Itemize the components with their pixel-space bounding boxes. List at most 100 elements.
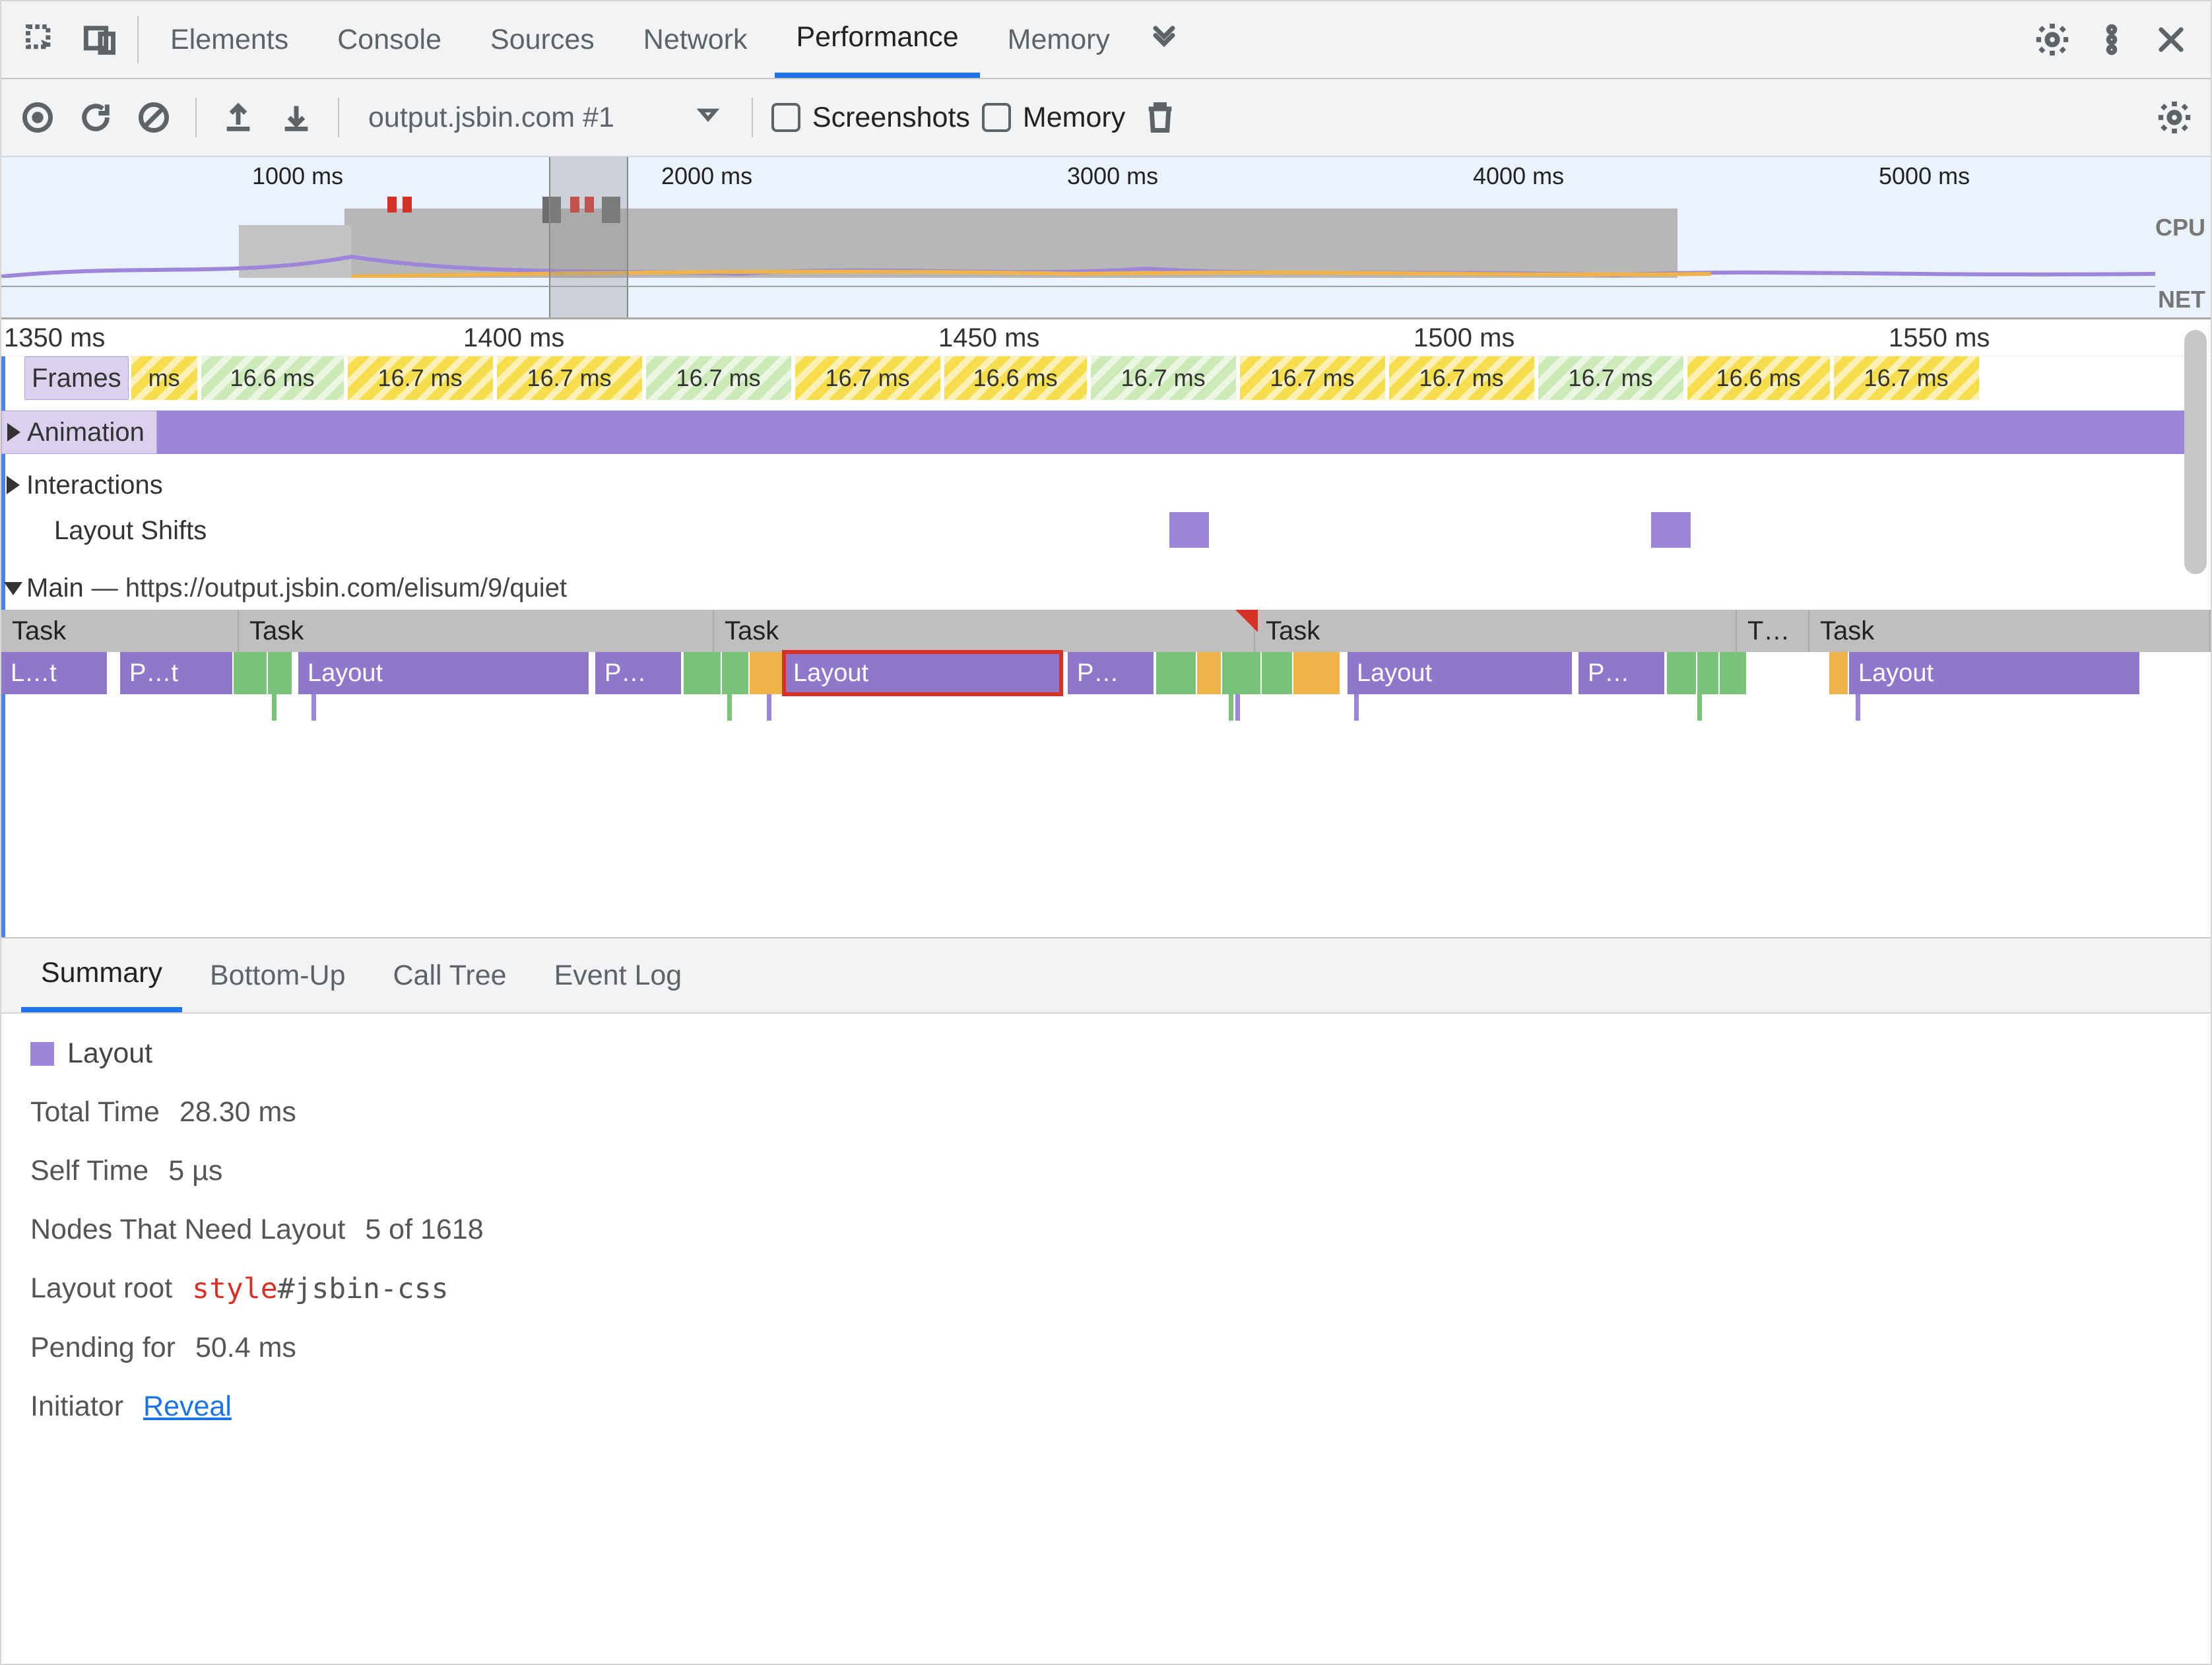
paint-block[interactable]: P… [1068,652,1154,694]
frame-cell[interactable]: 16.7 ms [497,356,642,400]
layout-block[interactable]: Layout [298,652,589,694]
tab-call-tree[interactable]: Call Tree [373,938,526,1012]
script-block[interactable] [1156,652,1196,694]
tab-sources[interactable]: Sources [469,1,616,78]
separator [137,16,139,63]
tab-memory[interactable]: Memory [987,1,1131,78]
devtools-window: Elements Console Sources Network Perform… [0,0,2212,1665]
frame-cell[interactable]: 16.7 ms [1389,356,1534,400]
script-block[interactable] [1667,652,1696,694]
tab-elements[interactable]: Elements [149,1,309,78]
frame-cell[interactable]: ms [131,356,197,400]
vertical-scrollbar[interactable] [2184,330,2207,574]
animation-header[interactable]: Animation [1,410,157,454]
frame-cell[interactable]: 16.7 ms [1240,356,1385,400]
checkbox-label: Screenshots [812,102,970,134]
frame-cell[interactable]: 16.7 ms [348,356,493,400]
frame-cell[interactable]: 16.7 ms [795,356,940,400]
frames-header[interactable]: Frames [24,356,129,400]
ruler-tick: 4000 ms [1473,162,1564,190]
summary-panel: Layout Total Time 28.30 ms Self Time 5 µ… [1,1014,2211,1664]
device-toolbar-icon[interactable] [74,1,127,78]
script-block[interactable] [234,652,267,694]
overview-pane[interactable]: 1000 ms 2000 ms 3000 ms 4000 ms 5000 ms … [1,157,2211,319]
frame-cell[interactable]: 16.6 ms [944,356,1087,400]
frame-cell[interactable]: 16.7 ms [1091,356,1236,400]
tab-bottom-up[interactable]: Bottom-Up [190,938,366,1012]
render-block[interactable] [1293,652,1340,694]
field-key: Initiator [30,1390,123,1423]
render-block[interactable] [750,652,783,694]
tab-event-log[interactable]: Event Log [535,938,702,1012]
kebab-menu-icon[interactable] [2085,1,2138,78]
nodes-row: Nodes That Need Layout 5 of 1618 [30,1214,2182,1246]
script-block[interactable] [1222,652,1260,694]
task-block[interactable]: Task [714,610,1255,652]
main-track-header[interactable]: Main — https://output.jsbin.com/elisum/9… [1,568,2211,610]
tab-console[interactable]: Console [316,1,463,78]
gc-button[interactable] [1137,94,1183,141]
paint-block[interactable]: P…t [120,652,232,694]
capture-settings-icon[interactable] [2151,94,2197,141]
detail-ruler[interactable]: 1350 ms 1400 ms 1450 ms 1500 ms 1550 ms [1,319,2211,356]
task-block[interactable]: Task [1809,610,2211,652]
frame-cell[interactable]: 16.7 ms [1834,356,1979,400]
load-profile-button[interactable] [215,94,261,141]
field-key: Layout root [30,1272,172,1305]
event-color-swatch [30,1042,54,1066]
animation-bar[interactable] [1,410,2184,454]
layout-block-selected[interactable]: Layout [784,652,1061,694]
paint-block[interactable]: P… [595,652,681,694]
task-block[interactable]: Task [1255,610,1737,652]
inspect-element-icon[interactable] [15,1,67,78]
script-block[interactable] [268,652,292,694]
render-block[interactable] [1197,652,1221,694]
ruler-tick: 1550 ms [1889,323,1990,353]
field-key: Nodes That Need Layout [30,1214,345,1246]
layout-block[interactable]: Layout [1348,652,1572,694]
script-block[interactable] [684,652,721,694]
settings-icon[interactable] [2026,1,2079,78]
tab-performance[interactable]: Performance [775,1,979,78]
layout-block[interactable]: Layout [1849,652,2139,694]
tab-network[interactable]: Network [622,1,769,78]
frames-track[interactable]: Frames ms16.6 ms16.7 ms16.7 ms16.7 ms16.… [1,356,2211,400]
frame-cell[interactable]: 16.6 ms [201,356,344,400]
reload-record-button[interactable] [73,94,119,141]
script-block[interactable] [1697,652,1718,694]
layout-shift-event[interactable] [1651,512,1691,548]
frame-cell[interactable]: 16.7 ms [1538,356,1683,400]
screenshots-checkbox[interactable]: Screenshots [771,102,970,134]
frames-cells: ms16.6 ms16.7 ms16.7 ms16.7 ms16.7 ms16.… [131,356,2211,400]
save-profile-button[interactable] [273,94,319,141]
render-block[interactable] [1829,652,1848,694]
tab-summary[interactable]: Summary [21,938,182,1012]
task-block[interactable]: Task [1,610,239,652]
frame-cell[interactable]: 16.7 ms [646,356,791,400]
animation-track[interactable]: Animation [1,410,2211,454]
task-block[interactable]: T… [1737,610,1809,652]
layout-shift-event[interactable] [1169,512,1209,548]
clear-button[interactable] [131,94,177,141]
layout-block[interactable]: L…t [1,652,107,694]
script-block[interactable] [722,652,748,694]
reveal-link[interactable]: Reveal [143,1390,232,1423]
flame-chart-pane[interactable]: Frames ms16.6 ms16.7 ms16.7 ms16.7 ms16.… [1,356,2211,937]
frame-cell[interactable]: 16.6 ms [1687,356,1830,400]
memory-checkbox[interactable]: Memory [982,102,1125,134]
script-block[interactable] [1720,652,1746,694]
recording-selector[interactable]: output.jsbin.com #1 [358,91,733,144]
initiator-row: Initiator Reveal [30,1390,2182,1423]
layout-root-link[interactable]: style#jsbin-css [192,1272,448,1305]
tabs-overflow-icon[interactable] [1138,1,1190,78]
close-devtools-icon[interactable] [2145,1,2197,78]
script-block[interactable] [1262,652,1292,694]
details-tabbar: Summary Bottom-Up Call Tree Event Log [1,937,2211,1014]
record-button[interactable] [15,94,61,141]
layout-shifts-track[interactable]: Layout Shifts [1,509,2211,553]
task-block[interactable]: Task [239,610,714,652]
paint-block[interactable]: P… [1578,652,1664,694]
net-overview [1,286,2155,311]
interactions-label: Interactions [26,471,163,500]
interactions-track[interactable]: Interactions [1,463,2211,507]
